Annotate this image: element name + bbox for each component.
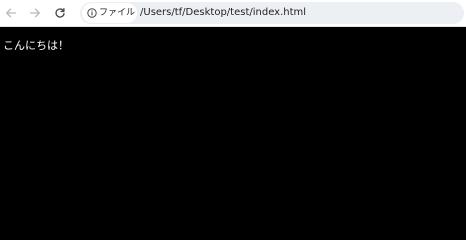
site-info-chip[interactable]: ファイル [82,3,137,23]
page-greeting-text: こんにちは！ [3,39,69,52]
reload-button[interactable] [50,3,70,23]
back-button[interactable] [1,3,21,23]
forward-button[interactable] [25,3,45,23]
info-circle-icon [87,8,97,18]
reload-icon [54,7,66,19]
page-content: こんにちは！ [0,27,466,224]
site-info-label: ファイル [99,8,136,18]
arrow-right-icon [29,7,41,19]
browser-window: ファイル /Users/tf/Desktop/test/index.html こ… [0,0,466,224]
arrow-left-icon [5,7,17,19]
url-text[interactable]: /Users/tf/Desktop/test/index.html [140,6,306,20]
address-bar[interactable]: ファイル /Users/tf/Desktop/test/index.html [80,2,464,24]
browser-toolbar: ファイル /Users/tf/Desktop/test/index.html [0,0,466,27]
